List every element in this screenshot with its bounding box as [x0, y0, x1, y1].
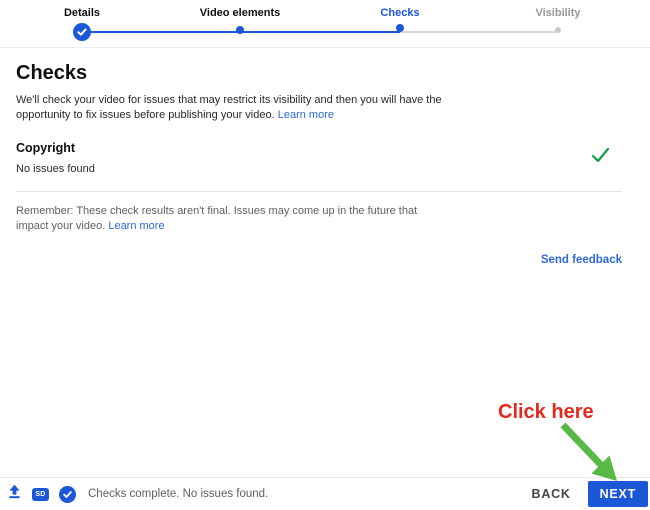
- checks-complete-icon: [59, 485, 76, 503]
- send-feedback-link[interactable]: Send feedback: [541, 254, 622, 266]
- sd-quality-icon: SD: [32, 487, 49, 501]
- page-title: Checks: [16, 62, 88, 84]
- reminder-note: Remember: These check results aren't fin…: [16, 204, 448, 234]
- copyright-check-row: Copyright No issues found: [16, 141, 622, 175]
- section-divider: [16, 191, 622, 192]
- back-button[interactable]: BACK: [528, 481, 575, 507]
- footer-bar: SD Checks complete. No issues found. BAC…: [0, 477, 650, 510]
- copyright-pass-check-icon: [591, 147, 610, 168]
- upload-icon: [7, 484, 22, 504]
- step-dot-icon: [555, 26, 561, 33]
- upload-stepper: Details Video elements Checks Visibility: [0, 0, 650, 48]
- step-label: Video elements: [199, 7, 281, 19]
- copyright-check-info: Copyright No issues found: [16, 141, 95, 175]
- checks-description-text: We'll check your video for issues that m…: [16, 94, 442, 121]
- step-dot-icon: [236, 25, 244, 34]
- learn-more-link[interactable]: Learn more: [278, 109, 334, 121]
- feedback-row: Send feedback: [16, 250, 622, 268]
- copyright-status: No issues found: [16, 163, 95, 175]
- next-button[interactable]: NEXT: [587, 481, 648, 507]
- step-label: Checks: [380, 7, 420, 19]
- click-here-arrow-icon: [560, 422, 617, 481]
- checks-panel: Checks We'll check your video for issues…: [0, 48, 650, 268]
- upload-progress-icons: SD: [7, 484, 76, 504]
- step-label: Visibility: [535, 7, 581, 19]
- checks-description: We'll check your video for issues that m…: [16, 93, 448, 123]
- step-completed-check-icon: [73, 23, 91, 41]
- step-dot-active-icon: [396, 24, 404, 32]
- copyright-label: Copyright: [16, 141, 76, 155]
- reminder-learn-more-link[interactable]: Learn more: [108, 220, 164, 232]
- upload-dialog: Details Video elements Checks Visibility…: [0, 0, 650, 510]
- stepper-track-upcoming: [400, 31, 558, 33]
- footer-status-text: Checks complete. No issues found.: [88, 488, 269, 500]
- reminder-text: Remember: These check results aren't fin…: [16, 205, 418, 232]
- step-label: Details: [63, 7, 101, 19]
